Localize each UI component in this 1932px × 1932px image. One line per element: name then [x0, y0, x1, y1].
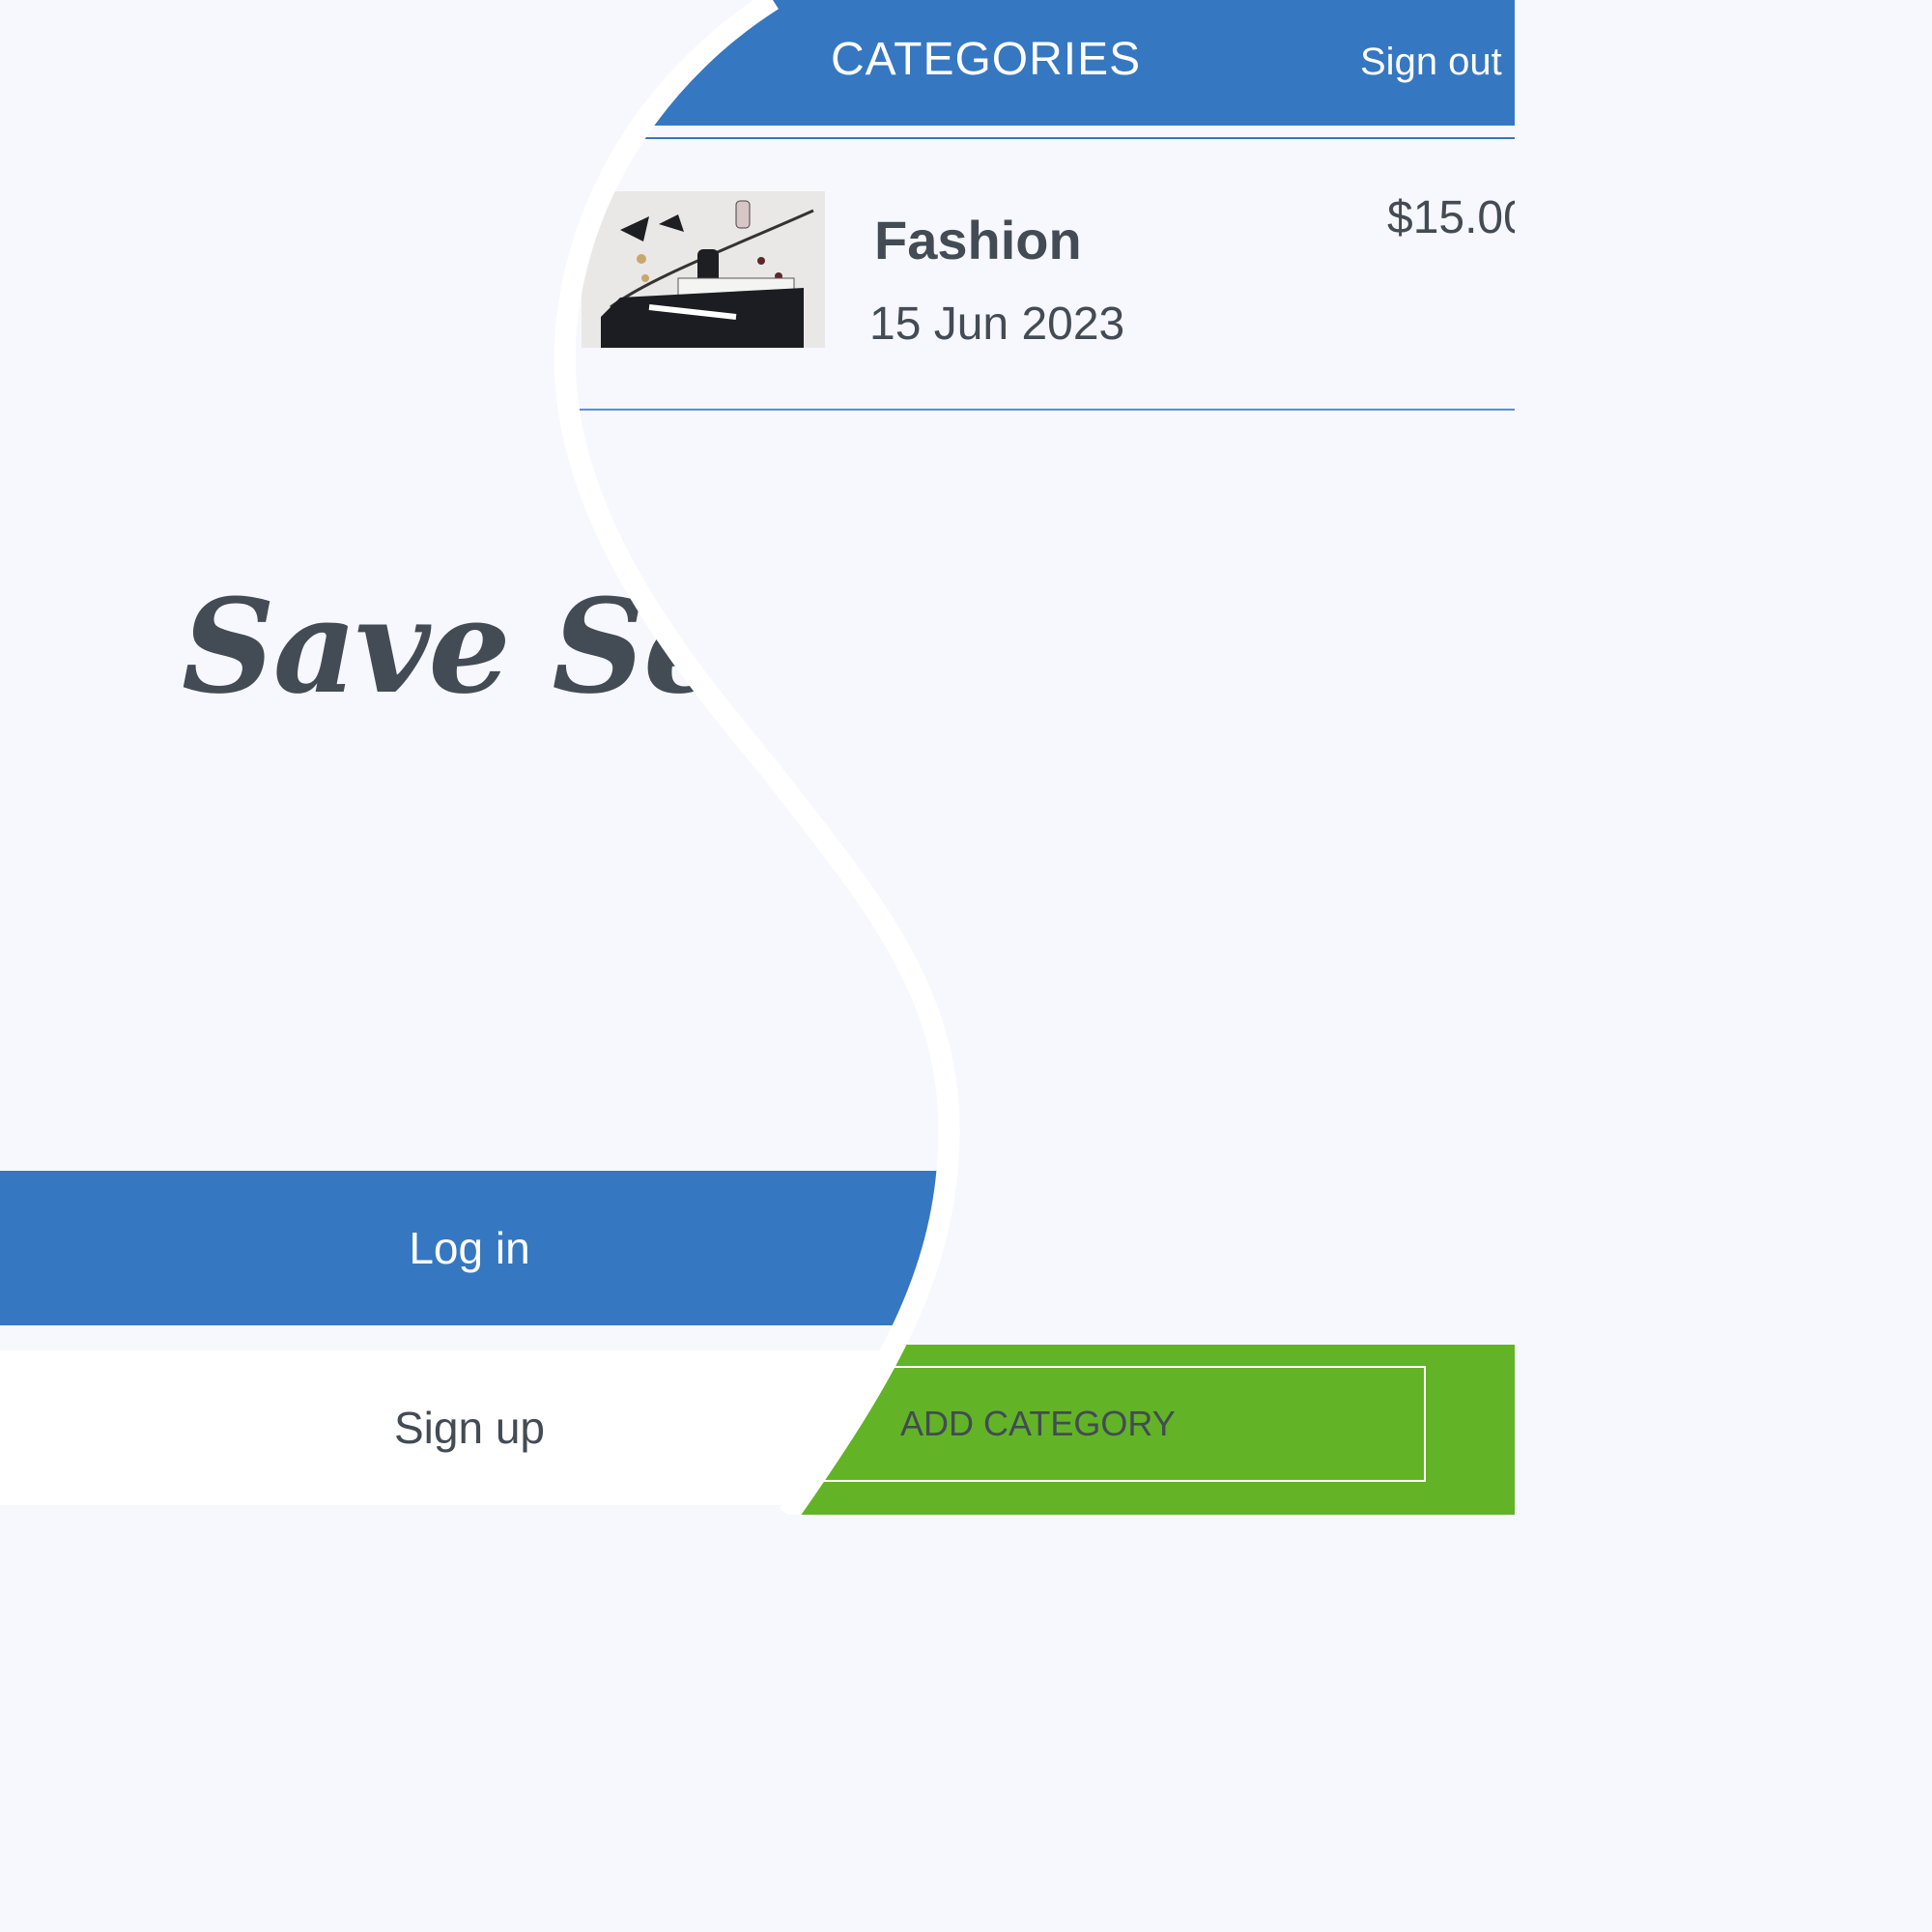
add-category-button[interactable]: ADD CATEGORY	[792, 1366, 1426, 1482]
divider-top	[580, 137, 1515, 139]
category-name: Fashion	[874, 210, 1082, 270]
page-title: CATEGORIES	[831, 34, 1142, 85]
signup-button-label: Sign up	[393, 1403, 545, 1453]
add-category-label: ADD CATEGORY	[900, 1404, 1176, 1443]
login-button[interactable]: Log in	[0, 1171, 947, 1325]
category-amount: $15.00	[1387, 192, 1529, 243]
divider-bottom	[580, 409, 1515, 411]
handbag-photo-icon	[582, 191, 825, 348]
category-thumbnail-image	[582, 191, 825, 348]
sign-out-link[interactable]: Sign out	[1360, 41, 1502, 84]
signup-button[interactable]: Sign up	[0, 1350, 947, 1505]
login-button-label: Log in	[409, 1223, 530, 1273]
category-date: 15 Jun 2023	[869, 298, 1125, 350]
